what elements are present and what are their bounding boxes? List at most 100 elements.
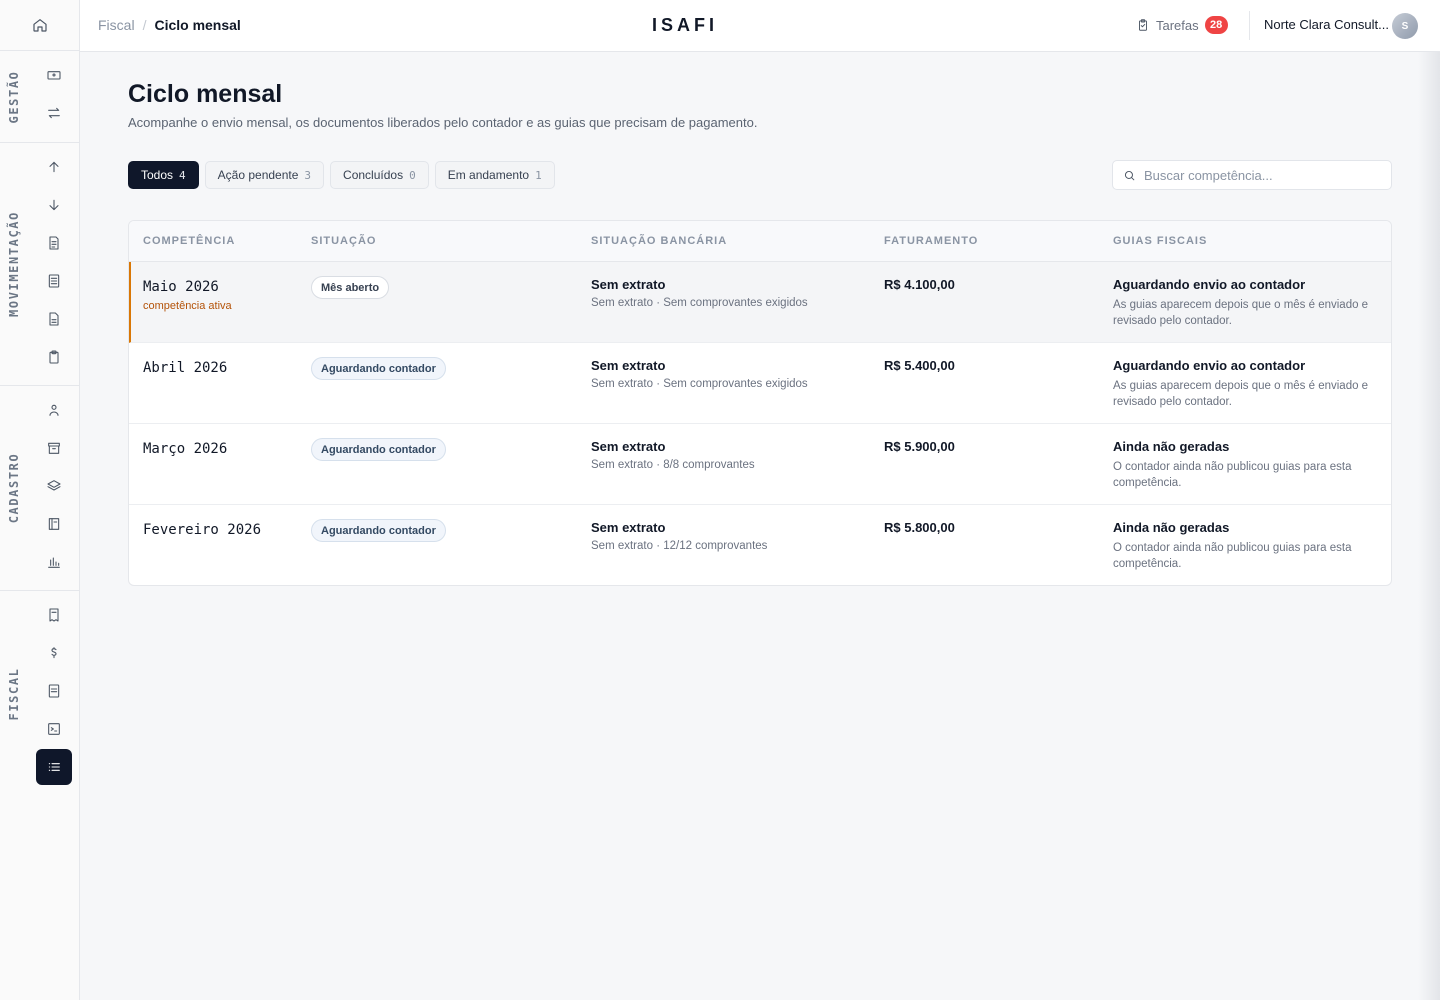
guias-detail: O contador ainda não publicou guias para…: [1113, 542, 1352, 570]
competencia: Abril 2026: [143, 360, 228, 376]
bank-status-title: Sem extrato: [591, 520, 666, 535]
guias-title: Aguardando envio ao contador: [1113, 358, 1306, 373]
bar-chart-icon[interactable]: [36, 544, 72, 580]
table-row[interactable]: Abril 2026 Aguardando contador Sem extra…: [129, 343, 1391, 424]
sidebar-section-label: GESTÃO: [7, 70, 21, 124]
archive-icon[interactable]: [36, 430, 72, 466]
bank-status-title: Sem extrato: [591, 439, 666, 454]
avatar[interactable]: S: [1392, 13, 1418, 39]
filter-count: 4: [179, 168, 186, 182]
dollar-icon[interactable]: [36, 635, 72, 671]
guias-title: Aguardando envio ao contador: [1113, 277, 1306, 292]
clipboard-check-icon: [1136, 18, 1150, 32]
status-badge: Aguardando contador: [311, 438, 446, 461]
table-row[interactable]: Maio 2026 competência ativa Mês aberto S…: [129, 262, 1391, 343]
column-header: GUIAS FISCAIS: [1113, 235, 1208, 247]
tasks-label: Tarefas: [1156, 17, 1199, 33]
faturamento-value: R$ 5.900,00: [884, 439, 955, 454]
filter-label: Concluídos: [343, 168, 404, 182]
top-header: Fiscal / Ciclo mensal ISAFI Tarefas 28 N…: [80, 0, 1440, 52]
bank-status-detail: Sem extrato · 8/8 comprovantes: [591, 459, 755, 471]
tasks-count-badge: 28: [1204, 16, 1228, 34]
column-header: SITUAÇÃO: [311, 235, 377, 247]
faturamento-value: R$ 4.100,00: [884, 277, 955, 292]
filter-label: Todos: [141, 168, 174, 182]
bank-status-detail: Sem extrato · Sem comprovantes exigidos: [591, 378, 808, 390]
guias-title: Ainda não geradas: [1113, 439, 1230, 454]
scroll-shadow: [1418, 52, 1440, 1000]
home-icon: [32, 17, 48, 33]
home-button[interactable]: [0, 0, 79, 51]
faturamento-value: R$ 5.800,00: [884, 520, 955, 535]
column-header: FATURAMENTO: [884, 235, 979, 247]
breadcrumb-parent[interactable]: Fiscal: [98, 17, 135, 33]
table-row[interactable]: Fevereiro 2026 Aguardando contador Sem e…: [129, 505, 1391, 585]
sidebar-section-movimentacao: MOVIMENTAÇÃO: [0, 143, 79, 386]
filter-em-andamento[interactable]: Em andamento 1: [434, 161, 555, 189]
filter-tabs: Todos 4 Ação pendente 3 Concluídos 0 Em and…: [128, 161, 555, 189]
layers-icon[interactable]: [36, 468, 72, 504]
competencia: Março 2026: [143, 441, 228, 457]
file-text-icon[interactable]: [36, 301, 72, 337]
header-divider: [1249, 11, 1250, 40]
breadcrumb-current: Ciclo mensal: [154, 17, 241, 33]
brand-logo: ISAFI: [652, 15, 719, 35]
sidebar: GESTÃO MOVIMENTAÇÃO CADASTRO FISCAL: [0, 0, 80, 1000]
tasks-button[interactable]: Tarefas 28: [1136, 16, 1228, 34]
filter-label: Em andamento: [447, 168, 530, 182]
company-selector[interactable]: Norte Clara Consult...: [1264, 17, 1389, 32]
transfer-icon[interactable]: [36, 95, 72, 131]
document-icon[interactable]: [36, 225, 72, 261]
search-input[interactable]: [1144, 167, 1374, 183]
bank-status-title: Sem extrato: [591, 358, 666, 373]
filter-acao-pendente[interactable]: Ação pendente 3: [204, 161, 325, 189]
sidebar-section-fiscal: FISCAL: [0, 591, 79, 796]
status-badge: Mês aberto: [311, 276, 390, 299]
filter-count: 1: [535, 168, 542, 182]
active-competencia-label: competência ativa: [143, 300, 232, 312]
sidebar-section-label: FISCAL: [7, 667, 21, 720]
filter-label: Ação pendente: [217, 168, 299, 182]
receipt-icon[interactable]: [36, 597, 72, 633]
arrow-down-icon[interactable]: [36, 187, 72, 223]
sidebar-section-label: MOVIMENTAÇÃO: [7, 211, 21, 317]
filter-concluidos[interactable]: Concluídos 0: [330, 161, 429, 189]
faturamento-value: R$ 5.400,00: [884, 358, 955, 373]
page-subtitle: Acompanhe o envio mensal, os documentos …: [128, 115, 758, 130]
bank-status-detail: Sem extrato · 12/12 comprovantes: [591, 540, 768, 552]
status-badge: Aguardando contador: [311, 519, 446, 542]
arrow-up-icon[interactable]: [36, 149, 72, 185]
column-header: COMPETÊNCIA: [143, 235, 236, 247]
guias-title: Ainda não geradas: [1113, 520, 1230, 535]
guias-detail: As guias aparecem depois que o mês é env…: [1113, 299, 1369, 327]
bank-status-detail: Sem extrato · Sem comprovantes exigidos: [591, 297, 808, 309]
document-lines-icon[interactable]: [36, 263, 72, 299]
breadcrumb: Fiscal / Ciclo mensal: [98, 17, 241, 33]
guias-detail: O contador ainda não publicou guias para…: [1113, 461, 1352, 489]
competencia: Maio 2026: [143, 279, 219, 295]
list-icon[interactable]: [36, 749, 72, 785]
cycle-table: COMPETÊNCIA SITUAÇÃO SITUAÇÃO BANCÁRIA F…: [128, 220, 1392, 586]
breadcrumb-separator: /: [142, 17, 147, 33]
filter-todos[interactable]: Todos 4: [128, 161, 199, 189]
ledger-icon[interactable]: [36, 506, 72, 542]
guias-detail: As guias aparecem depois que o mês é env…: [1113, 380, 1369, 408]
table-header: COMPETÊNCIA SITUAÇÃO SITUAÇÃO BANCÁRIA F…: [129, 221, 1391, 262]
bank-status-title: Sem extrato: [591, 277, 666, 292]
sidebar-section-gestao: GESTÃO: [0, 52, 79, 143]
filter-count: 3: [304, 168, 312, 182]
invoice-icon[interactable]: [36, 673, 72, 709]
terminal-icon[interactable]: [36, 711, 72, 747]
status-badge: Aguardando contador: [311, 357, 446, 380]
sidebar-section-cadastro: CADASTRO: [0, 386, 79, 591]
search-box: [1112, 160, 1392, 190]
filter-count: 0: [409, 168, 416, 182]
page-title: Ciclo mensal: [128, 80, 283, 108]
column-header: SITUAÇÃO BANCÁRIA: [591, 235, 728, 247]
sidebar-section-label: CADASTRO: [7, 452, 21, 524]
table-row[interactable]: Março 2026 Aguardando contador Sem extra…: [129, 424, 1391, 505]
wallet-icon[interactable]: [36, 57, 72, 93]
clipboard-icon[interactable]: [36, 339, 72, 375]
search-icon: [1123, 169, 1136, 182]
user-icon[interactable]: [36, 392, 72, 428]
